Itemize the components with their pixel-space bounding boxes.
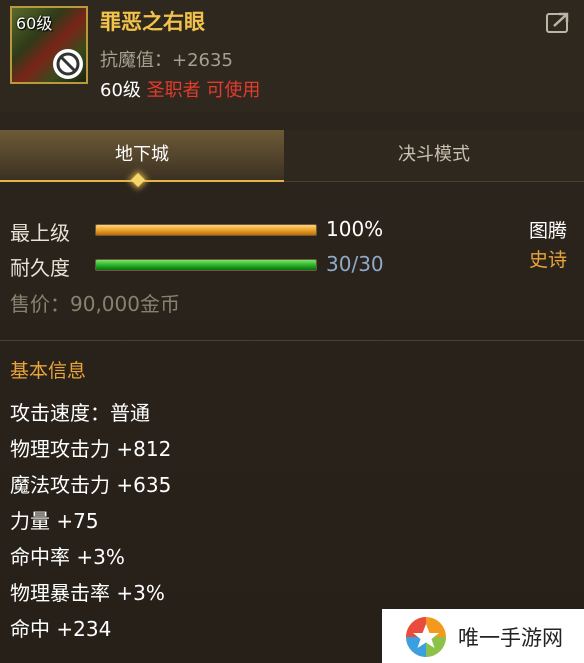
watermark-text: 唯一手游网	[458, 626, 563, 650]
upgrade-label: 最上级	[10, 221, 70, 245]
attribute-line: 力量 +75	[10, 509, 99, 533]
attribute-line: 物理暴击率 +3%	[10, 581, 165, 605]
upgrade-bar-fill	[96, 225, 316, 235]
item-header: 60级 罪恶之右眼 抗魔值：+2635 60级 圣职者 可使用	[0, 0, 584, 112]
attribute-line: 物理攻击力 +812	[10, 437, 172, 461]
attribute-line: 魔法攻击力 +635	[10, 473, 172, 497]
star-logo-icon	[406, 617, 446, 657]
durability-bar-fill	[96, 260, 316, 270]
ban-icon	[53, 49, 83, 79]
item-thumbnail[interactable]: 60级	[10, 6, 88, 84]
attribute-line: 攻击速度：普通	[10, 401, 150, 425]
item-name: 罪恶之右眼	[100, 10, 205, 34]
share-icon[interactable]	[546, 10, 572, 34]
site-watermark: 唯一手游网	[382, 609, 584, 663]
level-badge: 60级	[16, 14, 53, 33]
upgrade-value: 100%	[326, 217, 384, 241]
tab-dungeon[interactable]: 地下城	[0, 130, 284, 182]
required-level: 60级	[100, 80, 141, 101]
durability-bar	[95, 259, 317, 271]
upgrade-bar	[95, 224, 317, 236]
item-type: 图腾	[529, 220, 568, 242]
mode-tabs: 地下城 决斗模式	[0, 130, 584, 182]
magic-resist-stat: 抗魔值：+2635	[100, 50, 233, 71]
item-rarity: 史诗	[529, 249, 568, 271]
item-tooltip-panel: 60级 罪恶之右眼 抗魔值：+2635 60级 圣职者 可使用 地下城 决斗模式…	[0, 0, 584, 663]
divider	[0, 340, 584, 341]
durability-value: 30/30	[326, 252, 384, 276]
attribute-line: 命中率 +3%	[10, 545, 125, 569]
sell-price: 售价：90,000金币	[10, 292, 180, 316]
basic-info-title: 基本信息	[10, 360, 87, 382]
durability-label: 耐久度	[10, 256, 70, 280]
attribute-line: 命中 +234	[10, 617, 112, 641]
tab-duel-mode[interactable]: 决斗模式	[284, 130, 584, 182]
requirement-line: 60级 圣职者 可使用	[100, 76, 260, 102]
required-class: 圣职者 可使用	[146, 80, 261, 101]
